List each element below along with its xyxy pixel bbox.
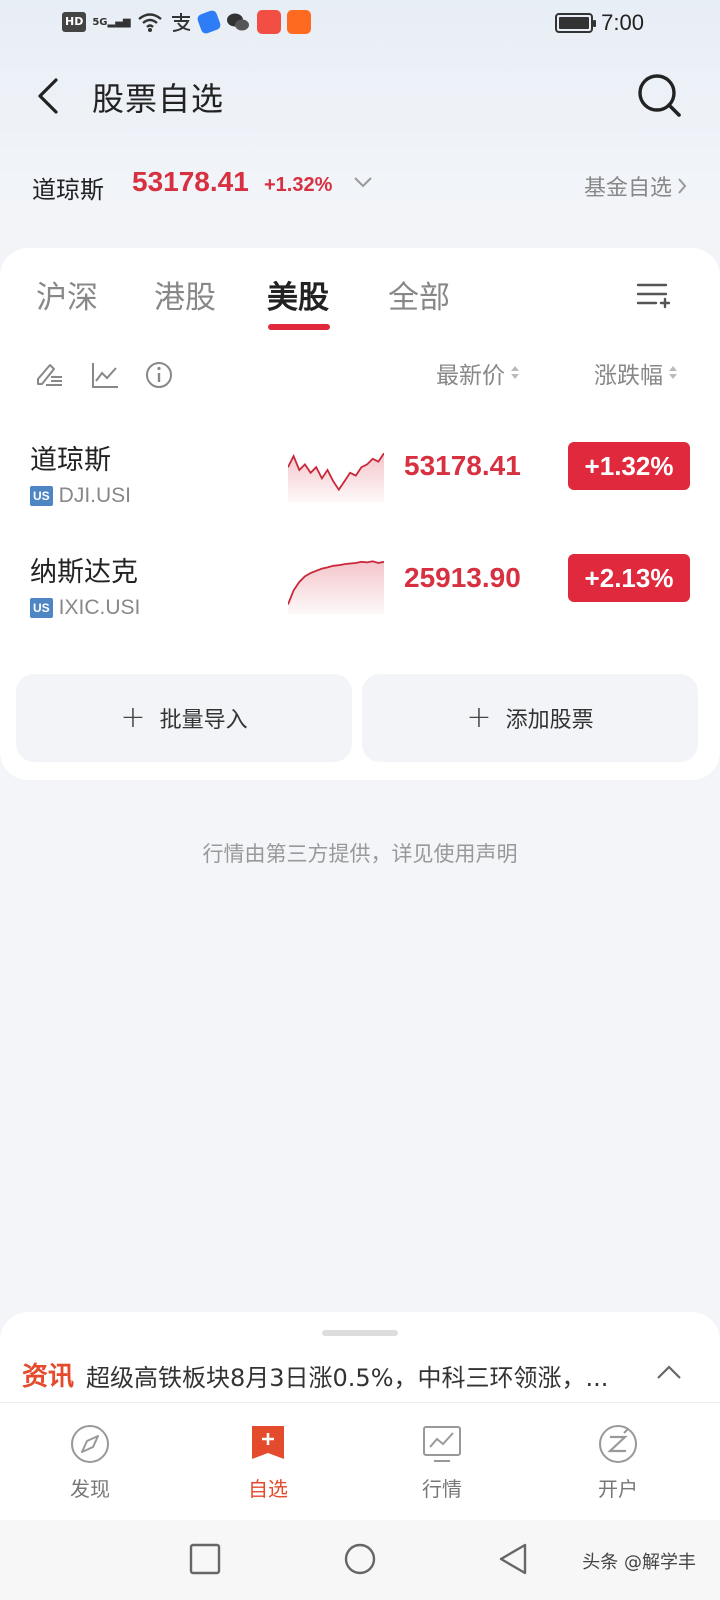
index-name: 道琼斯 — [32, 176, 104, 204]
home-icon[interactable] — [343, 1542, 377, 1576]
signal-icon: 5G▂▄▆ — [92, 16, 131, 28]
news-headline[interactable]: 超级高铁板块8月3日涨0.5%，中科三环领涨，... — [86, 1358, 656, 1393]
change-column-label: 涨跌幅 — [594, 363, 663, 389]
batch-import-button[interactable]: + 批量导入 — [16, 674, 352, 762]
chevron-right-icon — [678, 178, 687, 194]
signal-label: 5G — [92, 16, 108, 28]
back-triangle-icon[interactable] — [496, 1542, 530, 1576]
action-buttons: + 批量导入 + 添加股票 — [16, 674, 704, 762]
search-icon[interactable] — [636, 72, 682, 118]
open-account-icon — [599, 1425, 637, 1463]
market-chart-icon — [423, 1426, 461, 1462]
tab-discover-label: 发现 — [70, 1477, 110, 1501]
sort-by-change[interactable]: 涨跌幅 — [594, 356, 677, 390]
plus-icon: + — [466, 700, 492, 735]
system-nav-bar: 头条 @解学丰 — [0, 1520, 720, 1600]
watermark: 头条 @解学丰 — [582, 1552, 696, 1573]
sparkline-area — [288, 561, 384, 614]
market-badge: US — [30, 598, 53, 618]
tab-hk[interactable]: 港股 — [154, 272, 216, 317]
stock-code: US IXIC.USI — [30, 596, 140, 620]
edit-icon[interactable] — [34, 360, 64, 390]
price-column-label: 最新价 — [436, 363, 505, 389]
back-arrow-icon[interactable] — [32, 76, 68, 116]
index-summary[interactable]: 道琼斯 53178.41 +1.32% 基金自选 — [32, 166, 688, 206]
tab-open-account[interactable]: 开户 — [528, 1403, 708, 1521]
tab-discover[interactable]: 发现 — [0, 1403, 180, 1521]
plus-icon: + — [120, 700, 146, 735]
wechat-icon — [226, 13, 249, 31]
market-badge: US — [30, 486, 53, 506]
stock-symbol: DJI.USI — [58, 484, 132, 507]
tab-watchlist-label: 自选 — [248, 1477, 288, 1501]
tab-all[interactable]: 全部 — [388, 272, 450, 317]
nav-header: 股票自选 — [0, 60, 720, 130]
sparkline-chart — [288, 452, 384, 502]
stock-name: 道琼斯 — [30, 445, 111, 476]
sort-by-price[interactable]: 最新价 — [436, 356, 519, 390]
info-icon[interactable] — [144, 360, 174, 390]
stock-symbol: IXIC.USI — [58, 596, 141, 619]
fund-watchlist-link[interactable]: 基金自选 — [584, 170, 688, 202]
status-right: 7:00 — [555, 10, 644, 36]
stock-row[interactable]: 纳斯达克 US IXIC.USI 25913.90 +2.13% — [0, 536, 720, 646]
chevron-down-icon[interactable] — [352, 174, 374, 190]
chevron-up-icon[interactable] — [656, 1364, 682, 1380]
tab-shenzhen-shanghai[interactable]: 沪深 — [36, 272, 98, 317]
tab-watchlist[interactable]: 自选 — [178, 1403, 358, 1521]
stock-price: 25913.90 — [404, 562, 521, 593]
batch-import-label: 批量导入 — [159, 708, 248, 733]
battery-icon — [555, 13, 597, 33]
list-settings-icon[interactable] — [636, 280, 670, 310]
stock-name: 纳斯达克 — [30, 557, 138, 588]
stock-code: US DJI.USI — [30, 484, 131, 508]
change-badge[interactable]: +2.13% — [568, 554, 690, 602]
index-price: 53178.41 — [132, 166, 249, 197]
app-blue-icon — [195, 9, 222, 35]
bottom-tab-bar: 发现 自选 行情 开户 — [0, 1402, 720, 1520]
add-stock-label: 添加股票 — [505, 708, 594, 733]
tab-market[interactable]: 行情 — [352, 1403, 532, 1521]
data-disclaimer[interactable]: 行情由第三方提供，详见使用声明 — [0, 838, 720, 868]
change-badge[interactable]: +1.32% — [568, 442, 690, 490]
tab-open-account-label: 开户 — [598, 1477, 638, 1501]
stock-row[interactable]: 道琼斯 US DJI.USI 53178.41 +1.32% — [0, 424, 720, 534]
watchlist-card: 沪深 港股 美股 全部 最新价 涨跌幅 道琼斯 US DJI.USI 53178… — [0, 248, 720, 780]
alipay-icon — [171, 13, 190, 32]
stock-price: 53178.41 — [404, 450, 521, 481]
huawei-app-icon — [256, 10, 281, 34]
status-icons: HD 5G▂▄▆ — [62, 9, 311, 35]
page-title: 股票自选 — [92, 80, 225, 118]
drag-handle[interactable] — [322, 1330, 398, 1336]
wifi-icon — [137, 13, 162, 32]
clock: 7:00 — [601, 10, 644, 35]
watchlist-plus-icon — [252, 1426, 284, 1459]
news-ticker[interactable]: 资讯 超级高铁板块8月3日涨0.5%，中科三环领涨，... — [0, 1312, 720, 1402]
hd-badge: HD — [62, 12, 87, 32]
taobao-app-icon — [286, 10, 311, 34]
fund-link-label: 基金自选 — [583, 176, 672, 201]
sort-arrows-icon — [511, 364, 519, 382]
sparkline-chart — [288, 560, 384, 614]
trend-chart-icon[interactable] — [90, 360, 120, 390]
tab-market-label: 行情 — [422, 1477, 462, 1501]
compass-icon — [71, 1425, 109, 1463]
sparkline-area — [288, 453, 384, 502]
news-tag: 资讯 — [22, 1362, 75, 1392]
sort-arrows-icon — [669, 364, 677, 382]
add-stock-button[interactable]: + 添加股票 — [362, 674, 698, 762]
tab-us[interactable]: 美股 — [267, 272, 329, 317]
status-bar: HD 5G▂▄▆ 7:00 — [0, 0, 720, 48]
recent-apps-icon[interactable] — [188, 1542, 222, 1576]
active-tab-indicator — [268, 324, 330, 330]
index-change: +1.32% — [264, 174, 333, 196]
